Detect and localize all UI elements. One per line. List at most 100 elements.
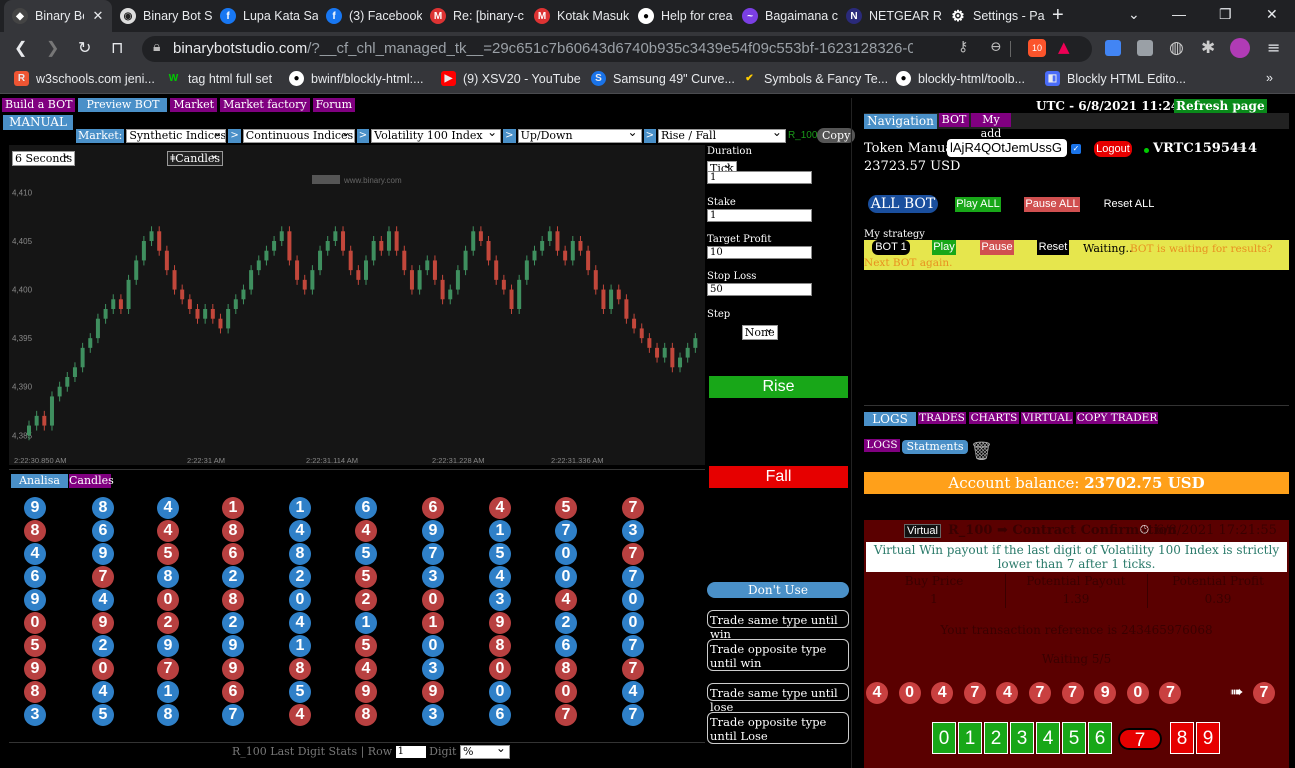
menu-build-bot[interactable]: Build a BOT bbox=[2, 98, 76, 112]
all-bot-button[interactable]: ALL BOT bbox=[868, 195, 938, 213]
tab-facebook-1[interactable]: f Lupa Kata Sa bbox=[212, 0, 318, 32]
option-same-until-win[interactable]: Trade same type until win bbox=[707, 610, 849, 641]
bookmark-samsung[interactable]: S Samsung 49" Curve... bbox=[591, 71, 735, 86]
digit-select-2[interactable]: 2 bbox=[984, 722, 1008, 754]
market-select-1[interactable]: Synthetic Indices bbox=[126, 128, 227, 143]
new-tab-icon[interactable]: + bbox=[1052, 4, 1064, 27]
bookmark-blockly-editor[interactable]: ◧ Blockly HTML Edito... bbox=[1045, 71, 1186, 86]
menu-forum[interactable]: Forum bbox=[312, 98, 356, 112]
manual-tab[interactable]: MANUAL bbox=[3, 115, 73, 130]
tab-search-icon[interactable]: ⌄ bbox=[1128, 6, 1140, 23]
translate-extension-icon[interactable] bbox=[1105, 40, 1121, 56]
profile-avatar[interactable] bbox=[1230, 38, 1250, 58]
dont-use-button[interactable]: Don't Use bbox=[707, 582, 849, 598]
brave-rewards-icon[interactable]: ▲ bbox=[1058, 38, 1070, 56]
logout-button[interactable]: Logout bbox=[1094, 141, 1132, 157]
copy-button[interactable]: Copy bbox=[817, 128, 856, 143]
more-bookmarks-icon[interactable]: » bbox=[1266, 71, 1273, 85]
token-checkbox[interactable]: ✓ bbox=[1071, 144, 1081, 154]
digit-cell: 4 bbox=[157, 497, 179, 519]
menu-market-factory[interactable]: Market factory bbox=[220, 98, 310, 112]
my-add-tab[interactable]: My add bbox=[971, 113, 1011, 140]
stop-loss-input[interactable]: 50 bbox=[707, 283, 812, 296]
tab-binary-bot[interactable]: ◆ Binary Bot ✕ bbox=[4, 0, 112, 32]
bot-tab[interactable]: BOT bbox=[939, 113, 969, 127]
menu-market[interactable]: Market bbox=[170, 98, 218, 112]
menu-icon[interactable]: ≡ bbox=[1267, 38, 1280, 57]
digit-select-1[interactable]: 1 bbox=[958, 722, 982, 754]
digit-select-6[interactable]: 6 bbox=[1088, 722, 1112, 754]
token-input[interactable]: lAjR4QOtJemUssG bbox=[947, 139, 1067, 157]
bookmark-blockly-html[interactable]: ● blockly-html/toolb... bbox=[896, 71, 1025, 86]
bookmark-symbols[interactable]: ✔ Symbols & Fancy Te... bbox=[742, 71, 888, 86]
digit-select-3[interactable]: 3 bbox=[1010, 722, 1034, 754]
tab-gmail-1[interactable]: M Re: [binary-c bbox=[422, 0, 526, 32]
restore-icon[interactable]: ❐ bbox=[1219, 6, 1232, 23]
fall-button[interactable]: Fall bbox=[709, 466, 848, 488]
digit-select-4[interactable]: 4 bbox=[1036, 722, 1060, 754]
market-select-2[interactable]: Continuous Indices bbox=[242, 128, 355, 143]
close-window-icon[interactable]: ✕ bbox=[1266, 6, 1278, 23]
tab-settings[interactable]: ⚙ Settings - Pa bbox=[942, 0, 1046, 32]
tab-charts[interactable]: CHARTS bbox=[969, 412, 1019, 424]
puzzle-icon[interactable]: ✱ bbox=[1201, 38, 1215, 58]
option-opposite-until-lose[interactable]: Trade opposite type until Lose bbox=[707, 712, 849, 744]
step-select[interactable]: None bbox=[741, 325, 778, 340]
tab-github[interactable]: ● Help for crea bbox=[630, 0, 734, 32]
market-select-4[interactable]: Up/Down bbox=[517, 128, 642, 143]
tab-trades[interactable]: TRADES bbox=[918, 412, 966, 424]
extension-icon[interactable] bbox=[1137, 40, 1153, 56]
price-chart[interactable]: 6 Seconds ǂCandles www.binary.com 4,4104… bbox=[9, 145, 705, 465]
tab-messenger[interactable]: ~ Bagaimana c bbox=[734, 0, 838, 32]
trash-icon[interactable]: 🗑︎ bbox=[970, 439, 993, 465]
switch-account-icon[interactable]: ➾ bbox=[1237, 141, 1247, 155]
play-all-button[interactable]: Play ALL bbox=[955, 197, 1001, 212]
address-bar[interactable]: 🔒︎ binarybotstudio.com/?__cf_chl_managed… bbox=[142, 36, 1092, 62]
bookmark-icon[interactable]: ⊓ bbox=[111, 38, 123, 58]
brave-shield-icon[interactable]: 10 bbox=[1028, 39, 1046, 57]
digit-select-8[interactable]: 8 bbox=[1170, 722, 1194, 754]
refresh-page-button[interactable]: Refresh page bbox=[1174, 99, 1267, 114]
bookmark-w3schools[interactable]: Rw3schools.com jeni... bbox=[14, 71, 155, 86]
stake-input[interactable]: 1 bbox=[707, 209, 812, 222]
statments-button[interactable]: Statments bbox=[902, 440, 968, 454]
target-profit-input[interactable]: 10 bbox=[707, 246, 812, 259]
duration-input[interactable]: 1 bbox=[707, 171, 812, 184]
rise-button[interactable]: Rise bbox=[709, 376, 848, 398]
pause-all-button[interactable]: Pause ALL bbox=[1024, 197, 1080, 212]
market-select-3[interactable]: Volatility 100 Index bbox=[371, 128, 502, 143]
option-same-until-lose[interactable]: Trade same type until lose bbox=[707, 683, 849, 714]
digit-select-5[interactable]: 5 bbox=[1062, 722, 1086, 754]
market-select-5[interactable]: Rise / Fall bbox=[657, 128, 786, 143]
globe-extension-icon[interactable]: ◍ bbox=[1169, 38, 1184, 58]
tab-copy-trader[interactable]: COPY TRADER bbox=[1076, 412, 1158, 424]
option-opposite-until-win[interactable]: Trade opposite type until win bbox=[707, 639, 849, 671]
tab-gmail-2[interactable]: M Kotak Masuk bbox=[526, 0, 630, 32]
forward-icon[interactable]: ❯ bbox=[46, 38, 59, 58]
zoom-icon[interactable]: ⊖ bbox=[990, 39, 1002, 55]
tab-virtual[interactable]: VIRTUAL bbox=[1021, 412, 1073, 424]
tab-facebook-2[interactable]: f (3) Facebook bbox=[318, 0, 422, 32]
reset-all-button[interactable]: Reset ALL bbox=[1102, 197, 1156, 212]
key-icon[interactable]: ⚷ bbox=[958, 39, 968, 55]
menu-preview-bot[interactable]: Preview BOT bbox=[78, 98, 168, 112]
reload-icon[interactable]: ↻ bbox=[78, 38, 91, 58]
analisa-tab[interactable]: Analisa bbox=[11, 474, 68, 488]
bookmark-tag-html[interactable]: Wtag html full set bbox=[166, 71, 272, 86]
candles-tab[interactable]: Candles bbox=[69, 474, 114, 488]
minimize-icon[interactable]: — bbox=[1172, 6, 1186, 22]
row-input[interactable]: 1 bbox=[395, 746, 426, 758]
navigation-tab[interactable]: Navigation bbox=[864, 114, 937, 129]
digit-select-0[interactable]: 0 bbox=[932, 722, 956, 754]
digit-select-9[interactable]: 9 bbox=[1196, 722, 1220, 754]
bookmark-youtube[interactable]: ▶ (9) XSV20 - YouTube bbox=[441, 71, 581, 86]
tab-binary-bot-studio[interactable]: ◉ Binary Bot St bbox=[112, 0, 212, 32]
tab-logs[interactable]: LOGS bbox=[864, 412, 916, 426]
logs-subtab[interactable]: LOGS bbox=[864, 439, 900, 452]
tab-netgear[interactable]: N NETGEAR Ro bbox=[838, 0, 942, 32]
digit-select-7[interactable]: 7 bbox=[1117, 727, 1163, 751]
bookmark-bwinf[interactable]: ● bwinf/blockly-html:... bbox=[289, 71, 424, 86]
back-icon[interactable]: ❮ bbox=[14, 38, 27, 58]
close-tab-icon[interactable]: ✕ bbox=[90, 8, 106, 24]
stats-mode-select[interactable]: % bbox=[459, 745, 510, 759]
